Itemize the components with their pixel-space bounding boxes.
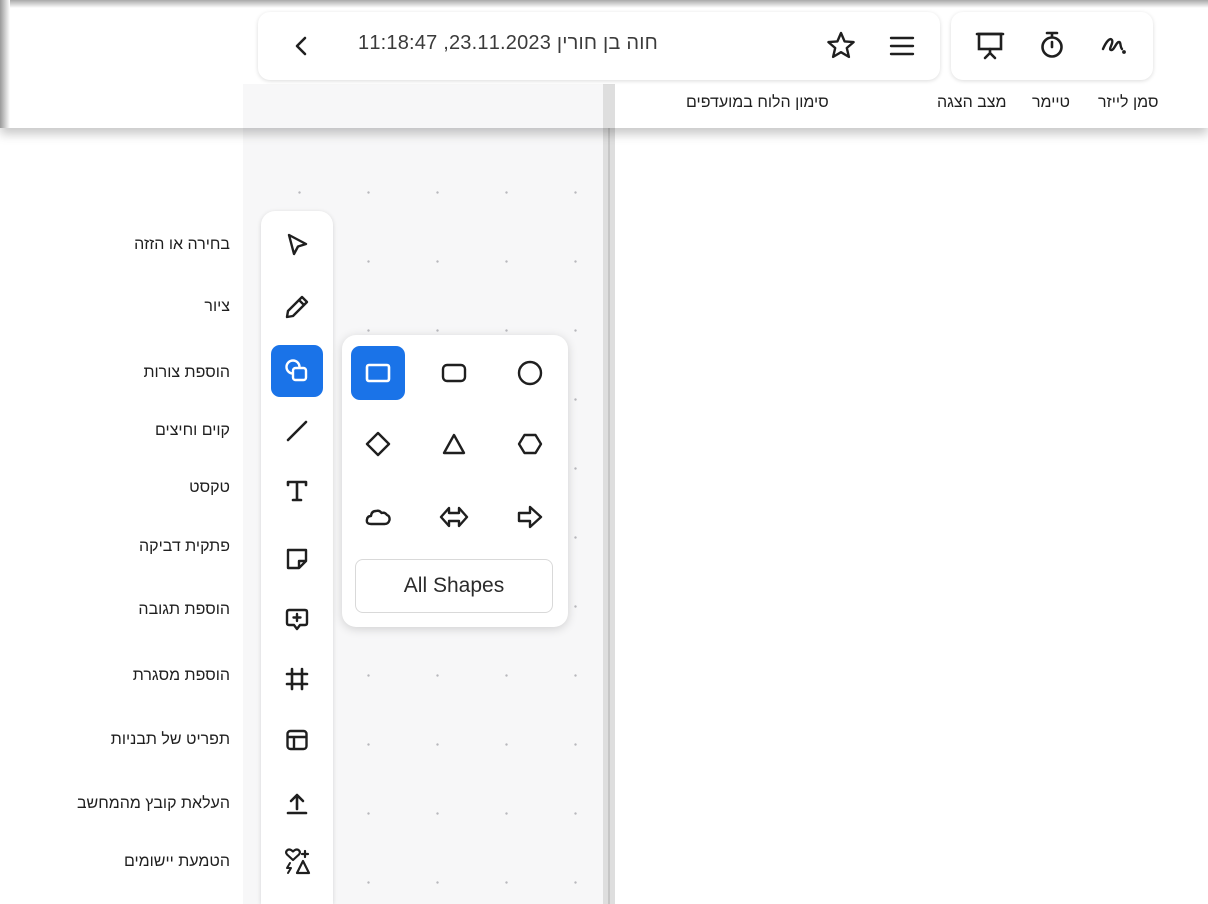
shape-rounded-rectangle-button[interactable] <box>427 346 481 400</box>
sticky-note-button[interactable] <box>271 533 323 585</box>
shapes-tool-label: הוספת צורות <box>143 364 230 381</box>
right-arrow-icon <box>517 505 543 529</box>
favorites-caption: סימון הלוח במועדפים <box>686 94 829 111</box>
frame-tool-button[interactable] <box>271 653 323 705</box>
apps-icon <box>285 848 311 875</box>
frame-icon <box>285 667 309 691</box>
select-tool-button[interactable] <box>271 219 323 271</box>
laser-pointer-icon <box>1101 37 1126 54</box>
comment-tool-label: הוספת תגובה <box>138 601 230 618</box>
present-icon <box>975 32 1005 60</box>
shape-double-arrow-button[interactable] <box>427 490 481 544</box>
board-title: חוה בן חורין 23.11.2023, 11:18:47 <box>358 32 658 54</box>
top-overlay: חוה בן חורין 23.11.2023, 11:18:47 סימון … <box>0 0 1208 128</box>
text-tool-button[interactable] <box>271 465 323 517</box>
menu-button[interactable] <box>886 30 918 62</box>
chevron-left-icon <box>295 36 307 56</box>
triangle-icon <box>442 433 466 455</box>
laser-pointer-button[interactable] <box>1097 28 1131 62</box>
shapes-icon <box>285 359 308 382</box>
apps-label: הטמעת יישומים <box>123 853 230 870</box>
canvas-divider <box>603 84 615 128</box>
star-outline-icon <box>827 31 855 59</box>
pen-icon <box>285 295 309 319</box>
timer-icon <box>1041 31 1063 58</box>
shape-right-arrow-button[interactable] <box>503 490 557 544</box>
select-tool-label: בחירה או הזזה <box>134 236 230 253</box>
templates-icon <box>286 729 308 751</box>
rounded-rectangle-icon <box>441 363 467 383</box>
upload-label: העלאת קובץ מהמחשב <box>76 795 230 812</box>
dotted-canvas <box>243 84 603 128</box>
shape-diamond-button[interactable] <box>351 417 405 471</box>
hamburger-menu-icon <box>889 36 915 56</box>
select-cursor-icon <box>287 233 308 256</box>
templates-label: תפריט של תבניות <box>110 731 230 748</box>
add-comment-icon <box>285 608 309 631</box>
present-button[interactable] <box>973 28 1007 62</box>
shape-rectangle-button[interactable] <box>351 346 405 400</box>
rectangle-icon <box>365 363 391 383</box>
sticky-note-icon <box>286 548 308 570</box>
favorite-button[interactable] <box>824 29 858 63</box>
circle-icon <box>517 360 543 386</box>
line-tool-button[interactable] <box>271 405 323 457</box>
text-icon <box>286 480 308 502</box>
lines-tool-label: קוים וחיצים <box>155 422 230 439</box>
shape-cloud-button[interactable] <box>351 490 405 544</box>
present-caption: מצב הצגה <box>937 94 1007 111</box>
shape-hexagon-button[interactable] <box>503 417 557 471</box>
double-arrow-icon <box>439 506 469 528</box>
upload-button[interactable] <box>271 778 323 830</box>
templates-button[interactable] <box>271 714 323 766</box>
presentation-tools-bar <box>951 12 1153 80</box>
apps-button[interactable] <box>271 835 323 887</box>
shadow-edge <box>0 0 10 128</box>
timer-caption: טיימר <box>1032 94 1070 111</box>
shapes-popup: All Shapes <box>342 335 568 627</box>
shapes-tool-button[interactable] <box>271 345 323 397</box>
frame-tool-label: הוספת מסגרת <box>132 667 230 684</box>
text-tool-label: טקסט <box>189 479 230 496</box>
diamond-icon <box>365 431 391 457</box>
timer-button[interactable] <box>1035 28 1069 62</box>
shape-circle-button[interactable] <box>503 346 557 400</box>
upload-icon <box>286 793 308 815</box>
add-comment-button[interactable] <box>271 594 323 646</box>
cloud-icon <box>365 509 391 526</box>
hexagon-icon <box>517 433 543 455</box>
shadow-edge <box>0 0 1208 8</box>
draw-tool-button[interactable] <box>271 281 323 333</box>
sticky-note-label: פתקית דביקה <box>139 538 230 555</box>
all-shapes-button[interactable]: All Shapes <box>355 559 553 613</box>
title-bar: חוה בן חורין 23.11.2023, 11:18:47 <box>258 12 940 80</box>
canvas-divider <box>603 0 615 904</box>
draw-tool-label: ציור <box>204 298 230 315</box>
back-button[interactable] <box>288 32 316 60</box>
laser-caption: סמן לייזר <box>1098 94 1159 111</box>
line-icon <box>286 420 308 442</box>
left-toolbar <box>261 211 333 904</box>
shape-triangle-button[interactable] <box>427 417 481 471</box>
